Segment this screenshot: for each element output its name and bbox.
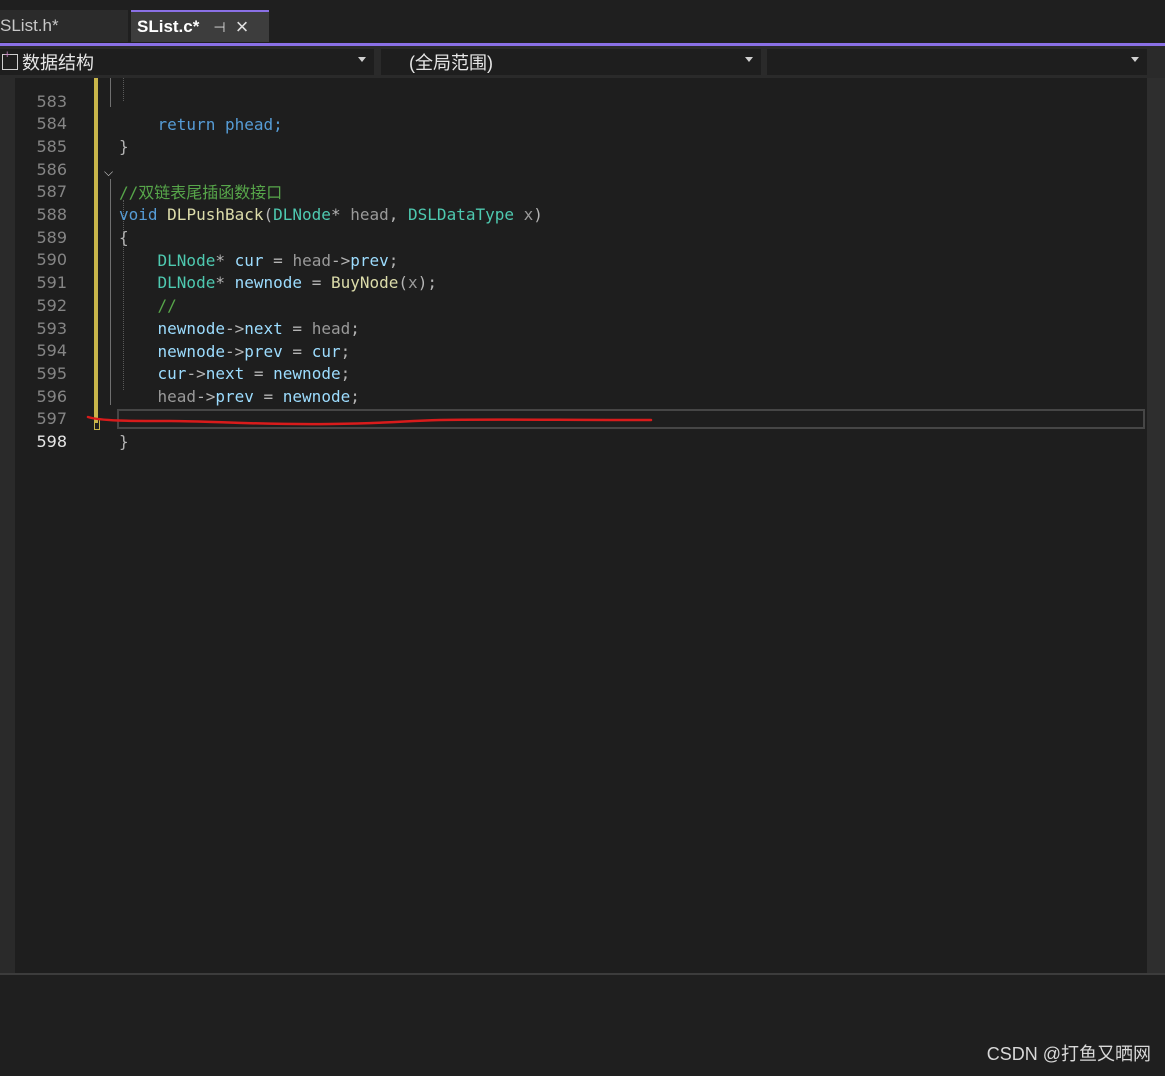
navigation-bar: 数据结构 (全局范围)	[0, 46, 1165, 78]
bottom-panel: CSDN @打鱼又晒网	[0, 975, 1165, 1076]
close-icon[interactable]: ×	[236, 16, 249, 38]
scope-label: (全局范围)	[409, 53, 493, 73]
tab-label: SList.c*	[137, 17, 200, 36]
tab-slist-c[interactable]: SList.c* ⊣ ×	[131, 10, 269, 42]
tab-slist-h[interactable]: SList.h*	[0, 10, 128, 42]
chevron-down-icon	[1131, 57, 1139, 62]
scope-dropdown[interactable]: (全局范围)	[381, 49, 761, 75]
code-editor[interactable]: ⌵ 583 return phead; 584 } 585 586 //双链表尾…	[0, 78, 1165, 973]
tab-label: SList.h*	[0, 16, 59, 35]
pin-icon[interactable]: ⊣	[213, 19, 225, 36]
tab-bar: SList.h* SList.c* ⊣ ×	[0, 0, 1165, 44]
red-annotation-stroke	[86, 415, 653, 426]
vertical-scrollbar[interactable]	[1147, 78, 1165, 973]
project-label: 数据结构	[22, 53, 94, 73]
project-icon	[2, 49, 18, 70]
member-dropdown[interactable]	[767, 49, 1147, 75]
project-dropdown[interactable]: 数据结构	[0, 49, 374, 75]
chevron-down-icon	[745, 57, 753, 62]
chevron-down-icon	[358, 57, 366, 62]
watermark: CSDN @打鱼又晒网	[986, 1044, 1151, 1064]
